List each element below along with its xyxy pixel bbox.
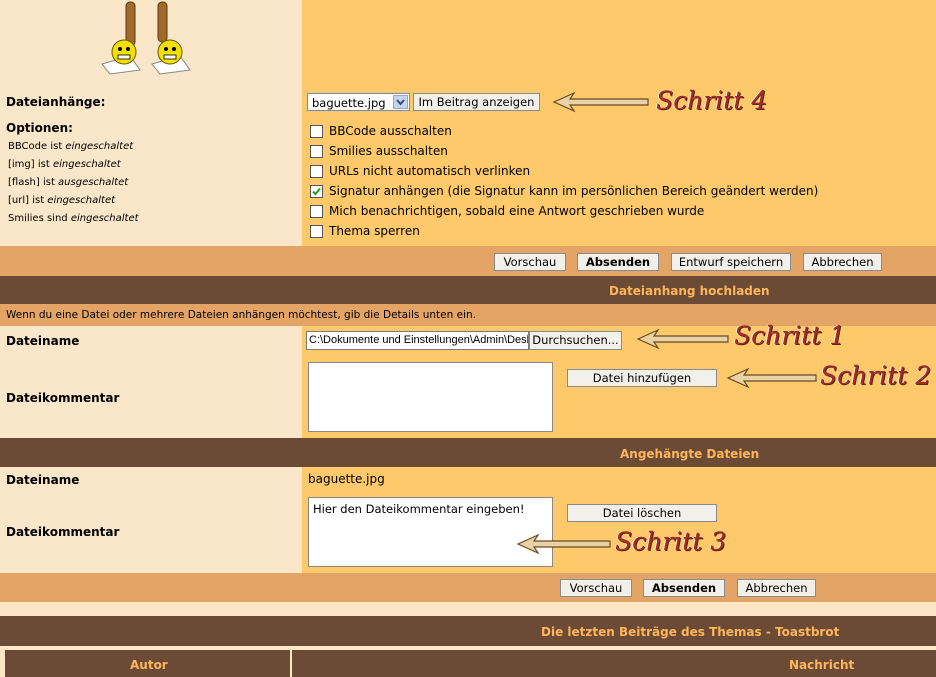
option-status-line: [flash] ist ausgeschaltet — [8, 174, 139, 192]
baguette-smilies-icon — [101, 1, 191, 75]
upload-comment-textarea[interactable] — [308, 362, 553, 432]
smilies-cell — [0, 0, 302, 90]
options-label-cell: Optionen: BBCode ist eingeschaltet [img] … — [0, 116, 302, 246]
option-status-line: [img] ist eingeschaltet — [8, 156, 139, 174]
preview-button[interactable]: Vorschau — [494, 253, 566, 271]
annotation-step-1: Schritt 1 — [734, 321, 846, 350]
file-path-value: C:\Dokumente und Einstellungen\Admin\Des… — [309, 334, 528, 346]
upload-section-header: Dateianhang hochladen — [0, 276, 936, 304]
attachment-select[interactable]: baguette.jpg — [307, 93, 410, 111]
author-column-header: Autor — [5, 650, 290, 677]
option-status-state: eingeschaltet — [47, 195, 116, 206]
cancel-button[interactable]: Abbrechen — [803, 253, 882, 271]
attached-filename-label-cell: Dateiname — [0, 467, 302, 492]
attached-filename-cell: baguette.jpg — [302, 467, 936, 492]
option-status-line: [url] ist eingeschaltet — [8, 192, 139, 210]
option-checkbox[interactable] — [310, 145, 323, 158]
submit-button-2[interactable]: Absenden — [643, 579, 725, 597]
attached-filename-label: Dateiname — [6, 473, 80, 487]
browse-button[interactable]: Durchsuchen... — [529, 331, 622, 350]
submit-button[interactable]: Absenden — [577, 253, 659, 271]
attached-section-header: Angehängte Dateien — [0, 438, 936, 467]
author-column-label: Autor — [130, 658, 168, 672]
annotation-step-3: Schritt 3 — [615, 527, 727, 556]
option-checkbox-label: BBCode ausschalten — [329, 124, 452, 138]
options-status-list: BBCode ist eingeschaltet [img] ist einges… — [8, 138, 139, 228]
comment-label: Dateikommentar — [6, 391, 120, 405]
option-checkbox[interactable] — [310, 165, 323, 178]
option-status-prefix: Smilies sind — [8, 213, 71, 224]
option-status-prefix: [img] ist — [8, 159, 53, 170]
file-path-input[interactable]: C:\Dokumente und Einstellungen\Admin\Des… — [306, 331, 529, 350]
option-checkbox[interactable] — [310, 205, 323, 218]
option-checkbox[interactable] — [310, 185, 323, 198]
attached-comment-label: Dateikommentar — [6, 525, 120, 539]
attachments-label-cell: Dateianhänge: — [0, 90, 302, 116]
delete-file-button[interactable]: Datei löschen — [567, 504, 717, 522]
attachments-label: Dateianhänge: — [6, 95, 106, 109]
option-status-prefix: BBCode ist — [8, 141, 66, 152]
show-in-post-button[interactable]: Im Beitrag anzeigen — [413, 93, 540, 111]
option-status-prefix: [url] ist — [8, 195, 48, 206]
options-heading: Optionen: — [6, 121, 73, 135]
option-checkbox[interactable] — [310, 125, 323, 138]
action-bar-1: Vorschau Absenden Entwurf speichern Abbr… — [0, 246, 936, 276]
option-checkbox[interactable] — [310, 225, 323, 238]
options-checkbox-cell: BBCode ausschalten Smilies ausschalten URL… — [302, 116, 936, 246]
arrow-left-icon — [516, 533, 611, 555]
option-status-state: eingeschaltet — [70, 213, 139, 224]
message-column-header: Nachricht — [292, 650, 936, 677]
checkmark-icon — [312, 187, 321, 196]
attached-header-title: Angehängte Dateien — [620, 447, 760, 461]
option-status-state: eingeschaltet — [52, 159, 121, 170]
recent-posts-title: Die letzten Beiträge des Themas - Toastb… — [541, 625, 840, 639]
attached-comment-label-cell: Dateikommentar — [0, 492, 302, 573]
filename-label-cell: Dateiname — [0, 326, 302, 356]
option-status-line: Smilies sind eingeschaltet — [8, 210, 139, 228]
filename-label: Dateiname — [6, 334, 80, 348]
option-checkbox-label: Mich benachrichtigen, sobald eine Antwor… — [329, 204, 705, 218]
preview-button-2[interactable]: Vorschau — [560, 579, 632, 597]
option-checkbox-label: Signatur anhängen (die Signatur kann im … — [329, 184, 819, 198]
section-spacer — [0, 602, 936, 616]
option-status-state: eingeschaltet — [65, 141, 134, 152]
arrow-left-icon — [636, 328, 729, 350]
upload-header-title: Dateianhang hochladen — [609, 284, 770, 298]
annotation-step-2: Schritt 2 — [820, 361, 932, 390]
arrow-left-icon — [552, 91, 649, 113]
save-draft-button[interactable]: Entwurf speichern — [671, 253, 791, 271]
attachment-select-value: baguette.jpg — [312, 96, 386, 110]
smilies-right-cell — [302, 0, 936, 90]
upload-info-text: Wenn du eine Datei oder mehrere Dateien … — [6, 309, 476, 321]
attached-filename-value: baguette.jpg — [308, 472, 385, 486]
comment-label-cell: Dateikommentar — [0, 356, 302, 438]
option-status-state: ausgeschaltet — [58, 177, 129, 188]
attached-comment-textarea[interactable] — [308, 497, 553, 567]
recent-posts-header: Die letzten Beiträge des Themas - Toastb… — [0, 616, 936, 646]
cancel-button-2[interactable]: Abbrechen — [737, 579, 816, 597]
option-checkbox-label: Thema sperren — [329, 224, 420, 238]
option-status-line: BBCode ist eingeschaltet — [8, 138, 139, 156]
message-column-label: Nachricht — [789, 658, 855, 672]
chevron-down-icon[interactable] — [393, 95, 408, 109]
add-file-button[interactable]: Datei hinzufügen — [567, 369, 717, 387]
annotation-step-4: Schritt 4 — [656, 86, 768, 115]
option-status-prefix: [flash] ist — [8, 177, 59, 188]
option-checkbox-label: URLs nicht automatisch verlinken — [329, 164, 531, 178]
action-bar-2: Vorschau Absenden Abbrechen — [0, 573, 936, 602]
option-checkbox-label: Smilies ausschalten — [329, 144, 448, 158]
arrow-left-icon — [726, 367, 817, 389]
